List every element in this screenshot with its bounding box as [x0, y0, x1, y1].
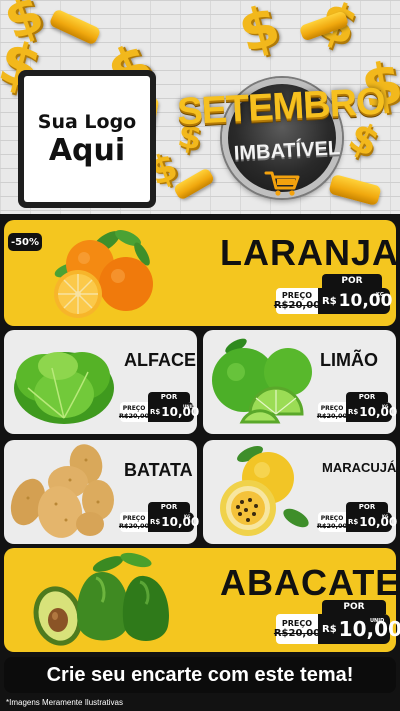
logo-text-line1: Sua Logo [37, 111, 137, 134]
potato-image [10, 444, 114, 538]
avocado-image [33, 552, 169, 646]
preco-label: PREÇO [320, 514, 344, 522]
disclaimer-text: *Imagens Meramente Ilustrativas [6, 698, 123, 707]
currency-symbol: R$ [150, 408, 161, 416]
preco-label: PREÇO [122, 514, 146, 522]
unit-label: UNID [183, 404, 195, 409]
coin-icon [48, 8, 102, 46]
old-price-box: PREÇO R$20,00 [316, 402, 348, 422]
shopping-cart-icon [264, 171, 300, 196]
por-label: POR [322, 274, 382, 288]
current-price: 10,00 [161, 515, 200, 529]
old-price-box: PREÇO R$20,00 [273, 614, 321, 644]
old-price: R$20,00 [273, 300, 321, 311]
por-label: POR [148, 502, 190, 512]
coin-icon [328, 173, 382, 207]
dollar-sign-icon: $ [232, 0, 287, 66]
preco-label: PREÇO [281, 291, 313, 300]
discount-badge: -50% [8, 233, 42, 251]
old-price-box: PREÇO R$20,00 [118, 402, 150, 422]
currency-symbol: R$ [150, 518, 161, 526]
product-name: MARACUJÁ [322, 460, 397, 475]
orange-image [54, 229, 153, 318]
old-price-box: PREÇO R$20,00 [273, 288, 321, 314]
current-price: 10,00 [338, 291, 393, 311]
por-label: POR [322, 600, 386, 614]
currency-symbol: R$ [322, 295, 337, 307]
lime-image [212, 338, 312, 424]
por-label: POR [346, 392, 388, 402]
por-label: POR [148, 392, 190, 402]
old-price: R$20,00 [118, 411, 150, 420]
currency-symbol: R$ [348, 408, 359, 416]
currency-symbol: R$ [348, 518, 359, 526]
logo-placeholder: Sua Logo Aqui [18, 70, 156, 208]
old-price-box: PREÇO R$20,00 [118, 512, 150, 532]
unit-label: KG [382, 404, 389, 409]
lettuce-image [14, 352, 114, 424]
current-price: 10,00 [359, 515, 398, 529]
product-name: ALFACE [124, 350, 196, 370]
unit-label: KG [376, 292, 384, 298]
old-price: R$20,00 [273, 628, 321, 639]
header-banner: $ $ $ $ $ $ $ $ $ Sua Logo Aqui SETEMBRO… [0, 0, 400, 214]
unit-label: KG [184, 514, 191, 519]
preco-label: PREÇO [122, 404, 146, 412]
old-price: R$20,00 [316, 521, 348, 530]
old-price: R$20,00 [316, 411, 348, 420]
product-name: LIMÃO [320, 350, 378, 370]
por-label: POR [346, 502, 388, 512]
product-name: BATATA [124, 460, 193, 480]
old-price-box: PREÇO R$20,00 [316, 512, 348, 532]
preco-label: PREÇO [320, 404, 344, 412]
unit-label: KG [382, 514, 389, 519]
coin-icon [172, 167, 216, 201]
unit-label: UNID [370, 618, 385, 624]
call-to-action-banner[interactable]: Crie seu encarte com este tema! [4, 657, 396, 693]
old-price: R$20,00 [118, 521, 150, 530]
logo-text-line2: Aqui [48, 132, 126, 168]
product-name: ABACATE [220, 562, 400, 603]
product-name: LARANJA [220, 232, 400, 273]
preco-label: PREÇO [281, 619, 313, 628]
passion-fruit-image [220, 445, 309, 536]
current-price: 10,00 [359, 405, 398, 419]
currency-symbol: R$ [322, 623, 337, 635]
